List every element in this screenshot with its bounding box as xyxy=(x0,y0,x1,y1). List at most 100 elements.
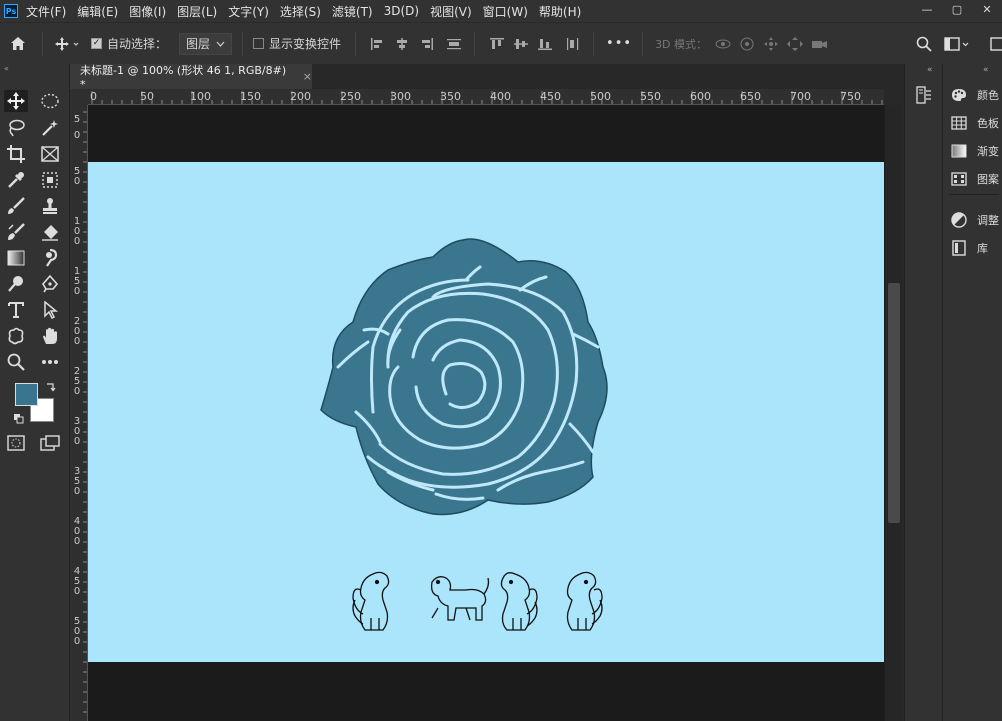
home-icon[interactable] xyxy=(0,36,36,51)
strip-collapse-button[interactable]: « xyxy=(927,65,933,75)
path-selection-icon[interactable] xyxy=(38,299,62,321)
auto-select-target-dropdown[interactable]: 图层 xyxy=(179,32,233,55)
ruler-label: 600 xyxy=(690,90,711,103)
dodge-icon[interactable] xyxy=(4,273,28,295)
auto-select-checkbox[interactable]: ✓ xyxy=(91,38,102,49)
align-middle-vertical-icon[interactable] xyxy=(513,37,529,51)
ruler-label: 1 0 0 xyxy=(73,216,81,247)
foreground-color-swatch[interactable] xyxy=(15,383,38,406)
menu-edit[interactable]: 编辑(E) xyxy=(77,3,118,20)
menu-layer[interactable]: 图层(L) xyxy=(177,3,217,20)
scrollbar-thumb[interactable] xyxy=(888,283,900,523)
history-brush-icon[interactable] xyxy=(4,221,28,243)
gradient-tool-icon[interactable] xyxy=(4,247,28,269)
vertical-ruler[interactable]: 5 0 5 0 1 0 0 1 5 0 2 0 0 2 5 0 3 0 0 3 … xyxy=(70,105,88,721)
lion-pattern[interactable] xyxy=(352,571,603,631)
3d-roll-icon[interactable] xyxy=(737,36,757,52)
quick-mask-icon[interactable] xyxy=(4,432,28,454)
panel-group: « 颜色 色板 渐变 图案 调整 库 xyxy=(942,64,1002,721)
document-canvas[interactable] xyxy=(88,162,884,662)
document-tab[interactable]: 未标题-1 @ 100% (形状 46 1, RGB/8#) * × xyxy=(70,64,312,91)
zoom-icon[interactable] xyxy=(4,351,28,373)
elliptical-marquee-icon[interactable] xyxy=(38,90,62,112)
close-window-button[interactable]: ✕ xyxy=(972,0,1002,18)
frame-tool-icon[interactable] xyxy=(38,143,62,165)
ruler-label: 4 0 0 xyxy=(73,516,81,547)
menu-file[interactable]: 文件(F) xyxy=(26,3,66,20)
panel-color[interactable]: 颜色 xyxy=(951,87,999,103)
more-tools-icon[interactable] xyxy=(38,351,62,373)
panel-libraries[interactable]: 库 xyxy=(951,240,988,256)
clone-stamp-icon[interactable] xyxy=(38,195,62,217)
ruler-label: 5 0 xyxy=(73,166,81,187)
crop-icon[interactable] xyxy=(4,143,28,165)
horizontal-ruler[interactable]: 0 50 100 150 200 250 300 350 400 450 500… xyxy=(88,89,884,105)
menu-view[interactable]: 视图(V) xyxy=(430,3,472,20)
ruler-label: 2 0 0 xyxy=(73,316,81,347)
panel-gradients[interactable]: 渐变 xyxy=(951,143,999,159)
panel-dock-strip: « xyxy=(904,64,942,721)
canvas-vertical-scrollbar[interactable] xyxy=(884,105,902,721)
history-panel-icon[interactable] xyxy=(915,86,933,104)
pen-icon[interactable] xyxy=(38,273,62,295)
menu-window[interactable]: 窗口(W) xyxy=(483,3,528,20)
ruler-label: 3 5 0 xyxy=(73,466,81,497)
rose-shape[interactable] xyxy=(320,238,608,516)
auto-select-label: 自动选择： xyxy=(107,37,168,51)
align-right-icon[interactable] xyxy=(418,37,434,51)
panel-adjustments[interactable]: 调整 xyxy=(951,212,999,228)
menu-select[interactable]: 选择(S) xyxy=(280,3,321,20)
eyedropper-icon[interactable] xyxy=(4,169,28,191)
panel-patterns[interactable]: 图案 xyxy=(951,171,999,187)
menu-help[interactable]: 帮助(H) xyxy=(539,3,581,20)
hand-icon[interactable] xyxy=(38,325,62,347)
menu-type[interactable]: 文字(Y) xyxy=(228,3,269,20)
minimize-button[interactable]: — xyxy=(912,0,942,18)
ruler-label: 700 xyxy=(790,90,811,103)
distribute-horizontal-icon[interactable] xyxy=(565,37,581,51)
close-tab-icon[interactable]: × xyxy=(303,70,312,83)
distribute-vertical-icon[interactable] xyxy=(446,37,462,51)
menu-3d[interactable]: 3D(D) xyxy=(384,4,419,18)
menu-filter[interactable]: 滤镜(T) xyxy=(332,3,373,20)
smudge-icon[interactable] xyxy=(38,247,62,269)
screen-mode-icon[interactable] xyxy=(38,432,62,454)
maximize-button[interactable]: ▢ xyxy=(942,0,972,18)
toolbar-collapse-button[interactable]: « xyxy=(0,64,69,84)
ruler-label: 0 xyxy=(73,130,81,141)
search-icon[interactable] xyxy=(916,36,932,52)
3d-pan-icon[interactable] xyxy=(761,36,781,52)
library-icon xyxy=(951,240,967,256)
panel-label: 库 xyxy=(977,242,988,255)
panel-collapse-button[interactable]: « xyxy=(983,65,989,75)
eraser-icon[interactable] xyxy=(38,221,62,243)
3d-orbit-icon[interactable] xyxy=(713,36,733,52)
align-bottom-icon[interactable] xyxy=(537,37,553,51)
magic-wand-icon[interactable] xyxy=(38,117,62,139)
workspace-switcher-icon[interactable] xyxy=(944,36,970,52)
3d-slide-icon[interactable] xyxy=(785,36,805,52)
brush-icon[interactable] xyxy=(4,195,28,217)
ruler-origin[interactable] xyxy=(70,89,88,105)
lasso-icon[interactable] xyxy=(4,117,28,139)
custom-shape-icon[interactable] xyxy=(4,325,28,347)
show-transform-checkbox[interactable] xyxy=(253,38,265,49)
share-icon[interactable] xyxy=(990,36,1002,52)
menu-image[interactable]: 图像(I) xyxy=(129,3,166,20)
move-tool-preset-icon[interactable] xyxy=(49,36,85,52)
align-center-horizontal-icon[interactable] xyxy=(394,37,410,51)
ruler-label: 500 xyxy=(590,90,611,103)
align-top-icon[interactable] xyxy=(489,37,505,51)
panel-swatches[interactable]: 色板 xyxy=(951,115,999,131)
3d-scale-camera-icon[interactable] xyxy=(809,36,829,52)
default-colors-icon[interactable] xyxy=(13,413,24,424)
ruler-label: 550 xyxy=(640,90,661,103)
move-tool-icon[interactable] xyxy=(4,90,28,112)
more-options-button[interactable]: ••• xyxy=(606,36,632,51)
ruler-label: 100 xyxy=(190,90,211,103)
artwork xyxy=(320,238,608,631)
object-selection-icon[interactable] xyxy=(38,169,62,191)
type-tool-icon[interactable] xyxy=(4,299,28,321)
align-left-icon[interactable] xyxy=(370,37,386,51)
swap-colors-icon[interactable] xyxy=(45,381,56,392)
